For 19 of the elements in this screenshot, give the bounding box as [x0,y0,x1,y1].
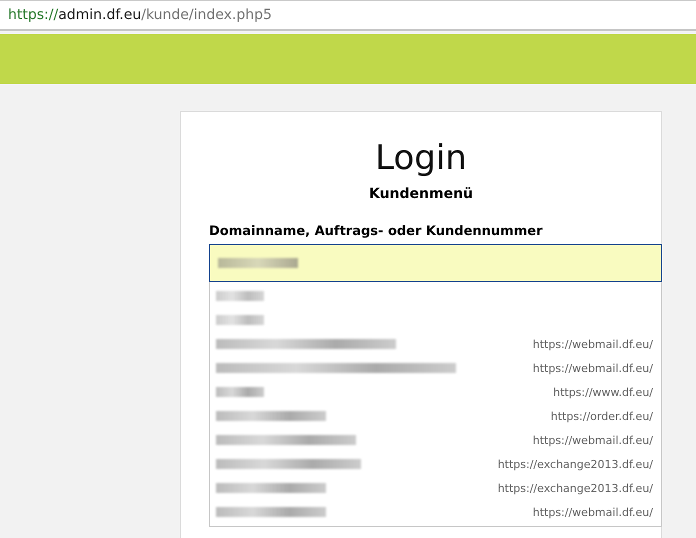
suggestion-url[interactable]: https://webmail.df.eu/ [532,338,653,350]
suggestion-url[interactable]: https://exchange2013.df.eu/ [498,458,653,470]
suggestion-url[interactable]: https://webmail.df.eu/ [532,506,653,518]
suggestion-url[interactable]: https://www.df.eu/ [553,386,653,398]
suggestion-url[interactable]: https://webmail.df.eu/ [532,434,653,446]
url-path: /kunde/index.php5 [141,7,272,23]
suggestion-url[interactable]: https://exchange2013.df.eu/ [498,482,653,494]
address-bar[interactable]: https://admin.df.eu/kunde/index.php5 [0,0,696,31]
suggestion-url[interactable]: https://order.df.eu/ [550,410,653,422]
field-label: Domainname, Auftrags- oder Kundennummer [209,224,544,239]
url-scheme: https:// [8,7,58,23]
url-host: admin.df.eu [58,7,142,23]
redacted-text [216,291,264,301]
login-subtitle: Kundenmenü [368,186,474,202]
redacted-text [216,387,264,397]
login-title: Login [374,138,468,178]
input-field[interactable] [209,244,662,282]
redacted-text [216,315,264,325]
suggestion-url[interactable]: https://webmail.df.eu/ [532,362,653,374]
